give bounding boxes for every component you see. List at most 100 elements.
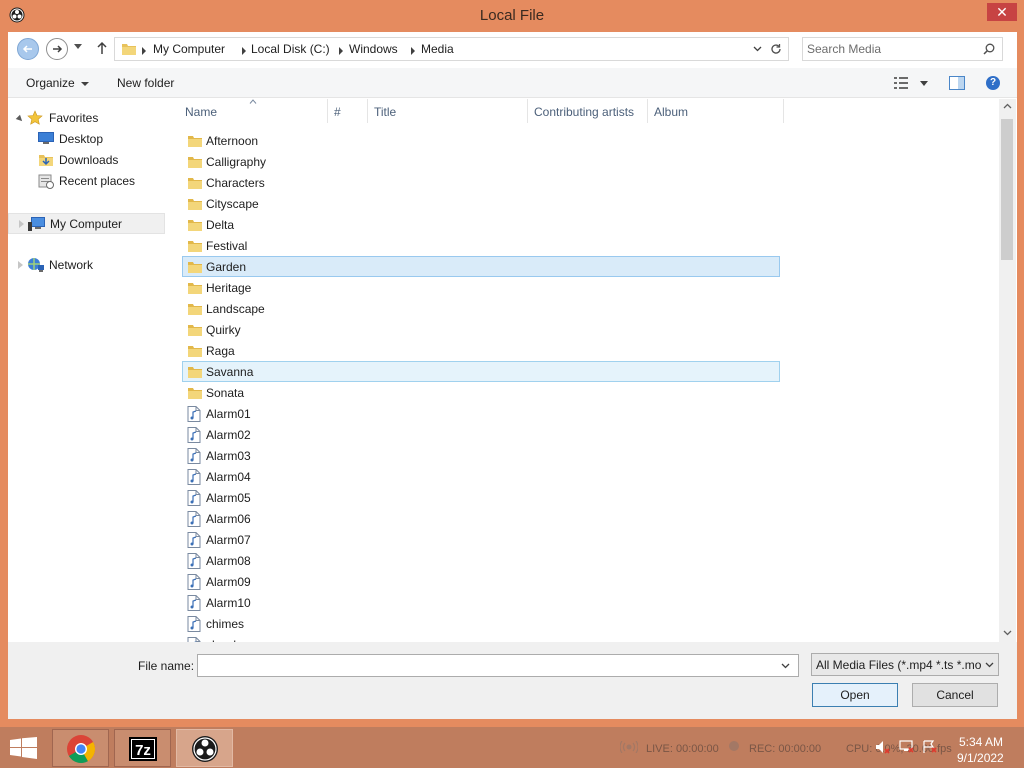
vertical-scrollbar[interactable] bbox=[999, 99, 1016, 642]
downloads-folder-icon bbox=[39, 155, 53, 166]
expand-icon[interactable] bbox=[18, 261, 23, 269]
file-name-input[interactable] bbox=[201, 658, 771, 673]
file-row[interactable]: Alarm05 bbox=[182, 487, 780, 508]
file-type-select[interactable]: All Media Files (*.mp4 *.ts *.mo bbox=[811, 653, 999, 676]
scrollbar-thumb[interactable] bbox=[1001, 119, 1013, 260]
nav-item-network[interactable]: Network bbox=[8, 255, 165, 276]
file-row[interactable]: Alarm01 bbox=[182, 403, 780, 424]
file-row[interactable]: Alarm03 bbox=[182, 445, 780, 466]
column-header-name[interactable]: Name bbox=[185, 105, 217, 119]
action-center-flag-icon[interactable] bbox=[922, 740, 938, 754]
forward-button[interactable] bbox=[46, 38, 68, 60]
file-row[interactable]: Alarm04 bbox=[182, 466, 780, 487]
back-button[interactable] bbox=[17, 38, 39, 60]
column-header-number[interactable]: # bbox=[334, 105, 341, 119]
column-divider[interactable] bbox=[783, 99, 784, 123]
file-row[interactable]: Alarm02 bbox=[182, 424, 780, 445]
file-row[interactable]: Alarm06 bbox=[182, 508, 780, 529]
file-row[interactable]: Alarm08 bbox=[182, 550, 780, 571]
address-bar[interactable]: My Computer Local Disk (C:) Windows Medi… bbox=[114, 37, 766, 61]
chevron-down-icon[interactable] bbox=[781, 663, 790, 669]
preview-pane-icon[interactable] bbox=[949, 76, 965, 90]
open-button[interactable]: Open bbox=[812, 683, 898, 707]
new-folder-button[interactable]: New folder bbox=[117, 76, 174, 90]
column-divider[interactable] bbox=[647, 99, 648, 123]
breadcrumb-my-computer[interactable]: My Computer bbox=[153, 42, 225, 56]
details-view-icon[interactable] bbox=[894, 77, 910, 89]
breadcrumb-windows[interactable]: Windows bbox=[349, 42, 398, 56]
column-divider[interactable] bbox=[527, 99, 528, 123]
svg-text:7z: 7z bbox=[135, 742, 151, 759]
file-row[interactable]: Delta bbox=[182, 214, 780, 235]
file-row[interactable]: Festival bbox=[182, 235, 780, 256]
file-row[interactable]: chord bbox=[182, 634, 780, 642]
expand-collapse-icon[interactable] bbox=[15, 114, 25, 124]
taskbar-obs[interactable] bbox=[176, 729, 233, 767]
search-box[interactable] bbox=[802, 37, 1003, 61]
file-name: Calligraphy bbox=[206, 155, 267, 169]
scroll-up-icon[interactable] bbox=[1003, 103, 1012, 109]
file-row[interactable]: Raga bbox=[182, 340, 780, 361]
clock-date[interactable]: 9/1/2022 bbox=[957, 751, 1004, 765]
file-dialog: My Computer Local Disk (C:) Windows Medi… bbox=[8, 32, 1017, 719]
nav-item-favorites[interactable]: Favorites bbox=[8, 108, 165, 129]
file-row[interactable]: Quirky bbox=[182, 319, 780, 340]
file-row[interactable]: Calligraphy bbox=[182, 151, 780, 172]
folder-icon bbox=[122, 44, 136, 55]
breadcrumb-separator[interactable] bbox=[142, 47, 146, 55]
file-row[interactable]: Heritage bbox=[182, 277, 780, 298]
refresh-button[interactable] bbox=[765, 37, 789, 61]
file-row[interactable]: Afternoon bbox=[182, 130, 780, 151]
column-header-contributing-artists[interactable]: Contributing artists bbox=[534, 105, 634, 119]
nav-item-desktop[interactable]: Desktop bbox=[8, 129, 165, 150]
column-divider[interactable] bbox=[327, 99, 328, 123]
audio-file-icon bbox=[187, 406, 201, 425]
network-disconnected-icon[interactable] bbox=[899, 740, 915, 754]
file-row[interactable]: chimes bbox=[182, 613, 780, 634]
file-row[interactable]: Characters bbox=[182, 172, 780, 193]
change-view-dropdown-icon[interactable] bbox=[920, 81, 928, 86]
breadcrumb-separator[interactable] bbox=[411, 47, 415, 55]
nav-item-recent-places[interactable]: Recent places bbox=[8, 171, 165, 192]
file-row[interactable]: Sonata bbox=[182, 382, 780, 403]
file-row[interactable]: Cityscape bbox=[182, 193, 780, 214]
nav-item-my-computer[interactable]: My Computer bbox=[8, 213, 165, 234]
recent-locations-dropdown-icon[interactable] bbox=[74, 44, 82, 49]
column-divider[interactable] bbox=[367, 99, 368, 123]
organize-menu-button[interactable]: Organize bbox=[26, 76, 89, 90]
column-header-title[interactable]: Title bbox=[374, 105, 396, 119]
chevron-down-icon[interactable] bbox=[753, 46, 762, 52]
folder-icon bbox=[187, 385, 203, 404]
file-row[interactable]: Alarm07 bbox=[182, 529, 780, 550]
column-header-album[interactable]: Album bbox=[654, 105, 688, 119]
help-icon[interactable]: ? bbox=[986, 76, 1000, 90]
breadcrumb-separator[interactable] bbox=[339, 47, 343, 55]
breadcrumb-media[interactable]: Media bbox=[421, 42, 454, 56]
search-icon[interactable] bbox=[983, 43, 995, 55]
file-row[interactable]: Savanna bbox=[182, 361, 780, 382]
up-arrow-icon[interactable] bbox=[96, 41, 108, 55]
chevron-down-icon[interactable] bbox=[985, 662, 994, 668]
file-row[interactable]: Alarm09 bbox=[182, 571, 780, 592]
audio-file-icon bbox=[187, 511, 201, 530]
volume-muted-icon[interactable] bbox=[875, 740, 891, 754]
taskbar-chrome[interactable] bbox=[52, 729, 109, 767]
file-name: Landscape bbox=[206, 302, 265, 316]
nav-item-downloads[interactable]: Downloads bbox=[8, 150, 165, 171]
file-row[interactable]: Landscape bbox=[182, 298, 780, 319]
clock-time[interactable]: 5:34 AM bbox=[959, 735, 1003, 749]
search-input[interactable] bbox=[807, 41, 977, 57]
taskbar-7zip[interactable]: 7z bbox=[114, 729, 171, 767]
scroll-down-icon[interactable] bbox=[1003, 630, 1012, 636]
file-name-combobox[interactable] bbox=[197, 654, 799, 677]
audio-file-icon bbox=[187, 490, 201, 509]
breadcrumb-local-disk[interactable]: Local Disk (C:) bbox=[251, 42, 330, 56]
file-row[interactable]: Garden bbox=[182, 256, 780, 277]
close-button[interactable]: ✕ bbox=[987, 3, 1017, 21]
breadcrumb-separator[interactable] bbox=[242, 47, 246, 55]
cancel-button[interactable]: Cancel bbox=[912, 683, 998, 707]
expand-icon[interactable] bbox=[19, 220, 24, 228]
file-row[interactable]: Alarm10 bbox=[182, 592, 780, 613]
windows-start-icon[interactable] bbox=[10, 737, 38, 759]
sort-ascending-icon bbox=[249, 99, 257, 104]
